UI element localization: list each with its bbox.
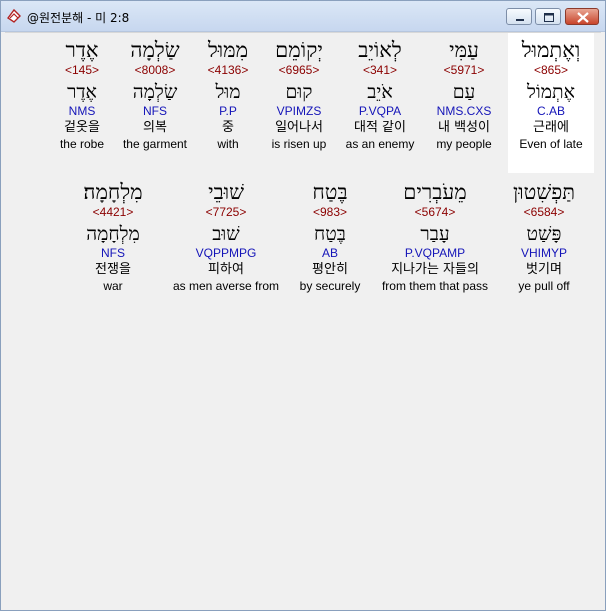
english-gloss: with [217,137,239,151]
strong-number[interactable]: <865> [508,63,594,78]
morphology-code: NFS [143,104,167,118]
strong-number[interactable]: <6584> [508,205,580,220]
word-1-6[interactable]: שַׂלְמָה <8008> שַׂלְמָה NFS 의복 the garm… [117,37,193,152]
word-2-5[interactable]: מִלְחָמָה׃ <4421> מִלְחָמָה NFS 전쟁을 war [71,179,155,294]
strong-number[interactable]: <5971> [426,63,502,78]
morphology-code: P.VQPA [358,104,402,118]
korean-gloss: 중 [222,120,234,135]
hebrew-lemma: קוּם [285,81,313,103]
hebrew-word: וְאֶתְמוּל [521,38,581,62]
english-gloss: the garment [122,137,188,151]
word-2-2[interactable]: מֵעֹבְרִים <5674> עָבַר P.VQPAMP 지나가는 자들… [375,179,495,294]
word-2-4[interactable]: שׁוּבֵי <7725> שׁוּב VQPPMPG 피하여 as men … [167,179,285,294]
english-gloss: by securely [299,279,361,293]
korean-gloss: 지나가는 자들의 [391,262,479,277]
hebrew-lemma: שַׂלְמָה [132,81,178,103]
hebrew-word: תַּפְשִׁטוּן [512,180,576,204]
morphology-code: P.VQPAMP [404,246,466,260]
korean-gloss: 대적 같이 [354,120,406,135]
hebrew-word: שׁוּבֵי [208,180,244,204]
window-title: @원전분해 - 미 2:8 [27,11,130,25]
hebrew-word: שַׂלְמָה [130,38,180,62]
strong-number[interactable]: <5674> [375,205,495,220]
word-1-4[interactable]: יְקוֹמֵם <6965> קוּם VPIMZS 일어나서 is rise… [263,37,335,152]
title-bar[interactable]: @원전분해 - 미 2:8 [1,1,605,32]
minimize-icon [516,19,524,21]
hebrew-lemma: פָּשַׁט [526,223,562,245]
korean-gloss: 벗기며 [526,262,562,277]
morphology-code: VHIMYP [520,246,567,260]
strong-number[interactable]: <6965> [263,63,335,78]
morphology-code: AB [321,246,338,260]
hebrew-word: מִמּוּל [207,38,249,62]
korean-gloss: 내 백성이 [438,120,490,135]
english-gloss: is risen up [271,137,327,151]
hebrew-lemma: בֶּטַח [314,223,346,245]
bible-book-icon [6,8,21,23]
hebrew-word: לְאוֹיֵב [358,38,402,62]
word-2-3[interactable]: בֶּטַח <983> בֶּטַח AB 평안히 by securely [294,179,366,294]
korean-gloss: 평안히 [312,262,348,277]
word-1-7[interactable]: אֶדֶר <145> אֶדֶר NMS 겉옷을 the robe [53,37,111,152]
strong-number[interactable]: <4421> [71,205,155,220]
word-1-5[interactable]: מִמּוּל <4136> מוּל P.P 중 with [200,37,256,152]
morphology-code: P.P [219,104,237,118]
strong-number[interactable]: <341> [338,63,422,78]
english-gloss: the robe [59,137,105,151]
hebrew-lemma: אֶתְמוֹל [526,81,575,103]
hebrew-lemma: עָבַר [420,223,450,245]
korean-gloss: 일어나서 [275,120,323,135]
maximize-icon [544,13,554,22]
hebrew-word: עַמִּי [449,38,479,62]
morphology-code: NMS.CXS [436,104,492,118]
hebrew-word: יְקוֹמֵם [275,38,323,62]
hebrew-lemma: אֶדֶר [67,81,97,103]
english-gloss: from them that pass [381,279,489,293]
korean-gloss: 겉옷을 [64,120,100,135]
close-icon [577,12,589,23]
hebrew-lemma: מוּל [215,81,241,103]
english-gloss: my people [436,137,492,151]
maximize-button[interactable] [535,8,561,25]
morphology-code: VPIMZS [276,104,322,118]
hebrew-word: בֶּטַח [312,180,348,204]
hebrew-lemma: אֹיֵב [367,81,393,103]
app-window: @원전분해 - 미 2:8 וְאֶתְמוּל <865> אֶתְמוֹל … [0,0,606,611]
korean-gloss: 근래에 [533,120,569,135]
korean-gloss: 피하여 [208,262,244,277]
strong-number[interactable]: <983> [294,205,366,220]
hebrew-lemma: עַם [452,81,476,103]
strong-number[interactable]: <4136> [200,63,256,78]
hebrew-word: מִלְחָמָה׃ [83,180,143,204]
english-gloss: as an enemy [345,137,415,151]
strong-number[interactable]: <7725> [167,205,285,220]
korean-gloss: 의복 [143,120,167,135]
english-gloss: as men averse from [172,279,280,293]
word-1-2[interactable]: עַמִּי <5971> עַם NMS.CXS 내 백성이 my peopl… [426,37,502,152]
morphology-code: NFS [101,246,125,260]
close-button[interactable] [565,8,599,25]
word-1-1[interactable]: וְאֶתְמוּל <865> אֶתְמוֹל C.AB 근래에 Even … [508,37,594,152]
minimize-button[interactable] [506,8,532,25]
korean-gloss: 전쟁을 [95,262,131,277]
hebrew-lemma: מִלְחָמָה [86,223,140,245]
morphology-code: VQPPMPG [195,246,257,260]
english-gloss: war [103,279,123,293]
strong-number[interactable]: <8008> [117,63,193,78]
english-gloss: ye pull off [518,279,570,293]
verse-analysis-panel: וְאֶתְמוּל <865> אֶתְמוֹל C.AB 근래에 Even … [5,32,601,607]
word-2-1[interactable]: תַּפְשִׁטוּן <6584> פָּשַׁט VHIMYP 벗기며 y… [508,179,580,294]
morphology-code: C.AB [536,104,565,118]
word-1-3[interactable]: לְאוֹיֵב <341> אֹיֵב P.VQPA 대적 같이 as an … [338,37,422,152]
hebrew-lemma: שׁוּב [212,223,240,245]
strong-number[interactable]: <145> [53,63,111,78]
hebrew-word: אֶדֶר [65,38,99,62]
english-gloss: Even of late [519,137,583,151]
hebrew-word: מֵעֹבְרִים [403,180,467,204]
morphology-code: NMS [68,104,96,118]
